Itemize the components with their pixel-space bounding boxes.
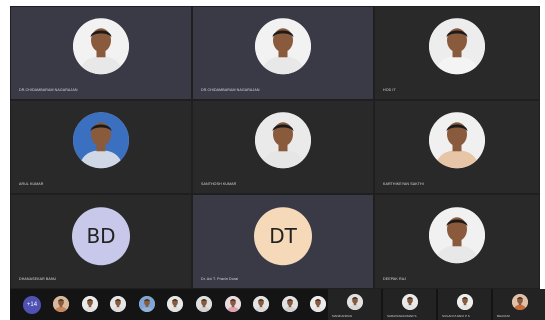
participant-name: HOD IT <box>383 88 396 92</box>
strip-participant-avatar[interactable] <box>110 296 127 312</box>
participant-avatar <box>429 206 485 263</box>
strip-participant-avatar <box>401 294 418 310</box>
participant-tile[interactable]: DT Dr. Avi T. Pravin Durai <box>193 195 373 288</box>
participant-tile[interactable]: DR.CHIDAMBARAM NAGARAJAN <box>11 7 191 99</box>
participant-name: DHANASEKAR BANU <box>19 277 57 281</box>
participant-avatar <box>73 18 129 75</box>
participant-avatar <box>429 18 485 75</box>
strip-participant-tile[interactable]: MANIKANDAN <box>328 289 381 320</box>
strip-participant-tile[interactable]: BHAVANI <box>493 289 545 320</box>
participant-name: Dr. Avi T. Pravin Durai <box>201 277 239 281</box>
strip-participant-name: BHAVANI <box>497 314 510 318</box>
participant-strip: +14 MANIKANDAN SARAVANAKUMAR S SUGANYA DEV… <box>10 289 545 320</box>
strip-participant-tile[interactable]: SARAVANAKUMAR S <box>383 289 436 320</box>
strip-participant-avatar[interactable] <box>53 296 69 312</box>
strip-participant-avatar <box>346 294 363 310</box>
participant-tile[interactable]: BD DHANASEKAR BANU <box>11 195 191 288</box>
strip-participant-avatar[interactable] <box>196 296 212 312</box>
strip-participant-tile[interactable]: SUGANYA DEVI P S <box>438 289 491 320</box>
video-grid: DR.CHIDAMBARAM NAGARAJAN DR.CHIDAMBARAM N… <box>10 6 540 320</box>
participant-tile[interactable]: DEEPAK RAJ <box>375 195 539 288</box>
strip-participant-avatar[interactable] <box>167 296 184 312</box>
participant-tile[interactable]: HOD IT <box>375 7 539 99</box>
more-participants-button[interactable]: +14 <box>23 296 41 314</box>
strip-participant-avatar <box>511 294 528 310</box>
participant-tile[interactable]: KARTHIKEYAN SAKTHI <box>375 101 539 193</box>
participant-avatar <box>429 112 485 169</box>
strip-participant-avatar[interactable] <box>138 296 155 312</box>
participant-name: DR.CHIDAMBARAM NAGARAJAN <box>201 88 260 92</box>
strip-participant-avatar <box>456 294 473 310</box>
strip-participant-avatar[interactable] <box>224 296 241 312</box>
strip-participant-name: MANIKANDAN <box>332 314 353 318</box>
strip-participant-avatar[interactable] <box>310 296 327 312</box>
participant-tile[interactable]: ARUL KUMAR <box>11 101 191 193</box>
participant-initials-avatar: BD <box>72 206 130 265</box>
participant-tile[interactable]: DR.CHIDAMBARAM NAGARAJAN <box>193 7 373 99</box>
participant-name: SANTHOSH KUMAR <box>201 182 237 186</box>
participant-name: ARUL KUMAR <box>19 182 44 186</box>
strip-participant-avatar[interactable] <box>81 296 98 312</box>
strip-participant-avatar[interactable] <box>253 296 270 312</box>
strip-participant-avatar[interactable] <box>281 296 298 312</box>
participant-name: DEEPAK RAJ <box>383 277 407 281</box>
participant-avatar <box>73 112 129 169</box>
participant-avatar <box>255 112 311 169</box>
participant-name: DR.CHIDAMBARAM NAGARAJAN <box>19 88 78 92</box>
participant-initials-avatar: DT <box>254 206 312 265</box>
participant-tile[interactable]: SANTHOSH KUMAR <box>193 101 373 193</box>
participant-avatar <box>255 18 311 75</box>
strip-participant-name: SUGANYA DEVI P S <box>442 314 470 318</box>
strip-participant-name: SARAVANAKUMAR S <box>387 314 417 318</box>
participant-name: KARTHIKEYAN SAKTHI <box>383 182 424 186</box>
